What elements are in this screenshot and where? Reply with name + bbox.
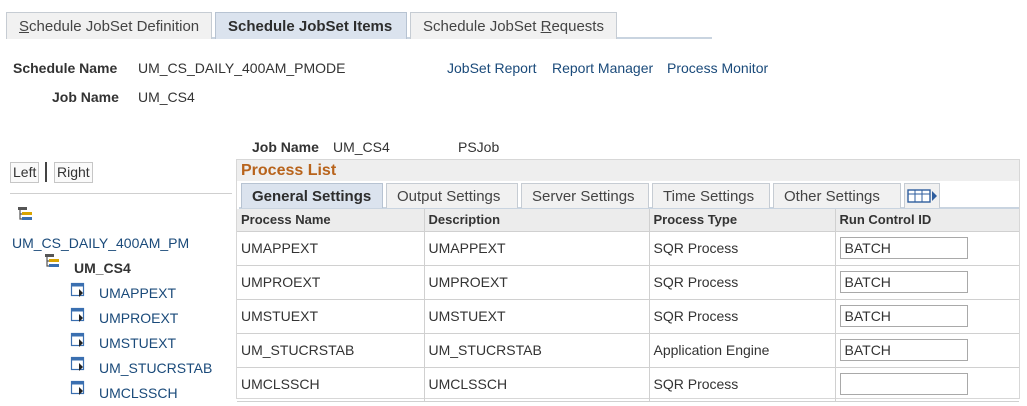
tree-job-label: UM_CS4 [74,260,131,276]
process-name-cell: UMAPPEXT [237,231,424,266]
tab-time-settings[interactable]: Time Settings [652,183,770,208]
process-type-cell: Application Engine [648,333,835,368]
table-row: UMSTUEXT UMSTUEXT SQR Process [237,299,1019,334]
job-tree-icon [45,254,59,267]
grid-header-row: Process Name Description Process Type Ru… [237,209,1019,232]
process-list-title: Process List [241,162,337,179]
job-type-value: PSJob [458,139,500,155]
schedule-name-label: Schedule Name [13,60,118,76]
process-type-cell: SQR Process [648,299,835,334]
description-cell: UMAPPEXT [423,231,649,266]
process-tree-icon [70,282,85,297]
run-control-cell [834,299,1019,334]
report-manager-link[interactable]: Report Manager [552,60,653,76]
col-run-control-id: Run Control ID [834,209,1019,232]
process-list-panel: Process List General Settings Output Set… [236,159,1020,402]
left-button[interactable]: Left [10,162,40,183]
run-control-cell [834,231,1019,266]
tab-schedule-jobset-items[interactable]: Schedule JobSet Items [215,12,407,39]
run-control-input[interactable] [839,373,968,395]
job-info-value: UM_CS4 [333,139,390,155]
process-monitor-link[interactable]: Process Monitor [667,60,768,76]
show-all-columns-icon [907,189,937,203]
tree-root-link[interactable]: UM_CS_DAILY_400AM_PM [12,235,189,251]
process-tree-icon [70,332,85,347]
process-list-header [237,160,1019,181]
tab-general-settings[interactable]: General Settings [241,183,383,208]
process-name-cell: UMPROEXT [237,265,424,300]
table-row: UM_STUCRSTAB UM_STUCRSTAB Application En… [237,333,1019,368]
tree-item-link[interactable]: UMSTUEXT [99,335,176,351]
tab-output-settings[interactable]: Output Settings [386,183,518,208]
schedule-name-value: UM_CS_DAILY_400AM_PMODE [138,60,346,76]
process-name-cell: UM_STUCRSTAB [237,333,424,368]
description-cell: UMSTUEXT [423,299,649,334]
description-cell: UM_STUCRSTAB [423,333,649,368]
left-nav-divider [10,193,232,194]
process-name-cell: UMSTUEXT [237,299,424,334]
col-process-name: Process Name [237,209,424,232]
run-control-input[interactable] [839,305,968,327]
tree-item-link[interactable]: UM_STUCRSTAB [99,360,212,376]
job-name-value: UM_CS4 [138,89,195,105]
tab-other-settings[interactable]: Other Settings [773,183,901,208]
run-control-input[interactable] [839,339,968,361]
run-control-input[interactable] [839,237,968,259]
left-right-separator [45,162,47,182]
process-tree-icon [70,356,85,371]
description-cell: UMCLSSCH [423,367,649,402]
tab-server-settings[interactable]: Server Settings [521,183,649,208]
process-tree-icon [70,307,85,322]
tree-item-link[interactable]: UMPROEXT [99,310,178,326]
run-control-cell [834,367,1019,402]
tab-schedule-jobset-requests[interactable]: Schedule JobSet Requests [410,12,617,39]
run-control-cell [834,333,1019,368]
job-name-label: Job Name [52,89,119,105]
process-list-tabs: General Settings Output Settings Server … [239,181,1019,209]
process-type-cell: SQR Process [648,367,835,402]
description-cell: UMPROEXT [423,265,649,300]
right-button[interactable]: Right [54,162,93,183]
jobset-report-link[interactable]: JobSet Report [447,60,537,76]
jobset-tree-icon [18,207,32,220]
process-tree-icon [70,380,85,395]
process-type-cell: SQR Process [648,265,835,300]
tree-item-link[interactable]: UMCLSSCH [99,385,178,401]
job-info-label: Job Name [252,139,319,155]
process-name-cell: UMCLSSCH [237,367,424,402]
table-row: UMCLSSCH UMCLSSCH SQR Process [237,367,1019,402]
run-control-cell [834,265,1019,300]
col-description: Description [423,209,649,232]
col-process-type: Process Type [648,209,835,232]
show-all-columns-tab[interactable] [904,183,940,208]
tree-item-link[interactable]: UMAPPEXT [99,285,176,301]
process-type-cell: SQR Process [648,231,835,266]
process-list-grid: Process Name Description Process Type Ru… [237,209,1019,402]
table-row: UMPROEXT UMPROEXT SQR Process [237,265,1019,300]
run-control-input[interactable] [839,271,968,293]
tab-schedule-jobset-definition[interactable]: Schedule JobSet Definition [6,12,212,39]
table-row: UMAPPEXT UMAPPEXT SQR Process [237,231,1019,266]
page-tabs: Schedule JobSet Definition Schedule JobS… [6,12,712,39]
